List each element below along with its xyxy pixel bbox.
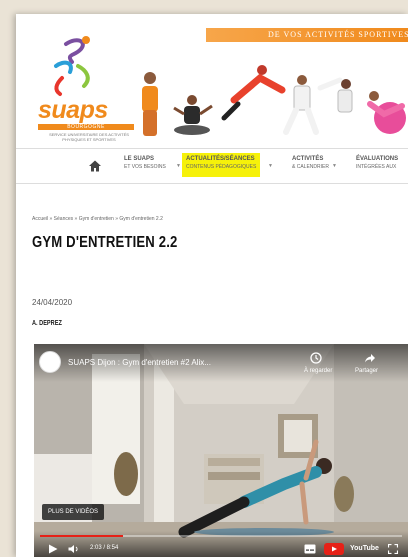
nav-item-label: ACTUALITÉS/SÉANCES (186, 156, 255, 162)
main-nav: LE SUAPS ET VOS BESOINS ▼ ACTUALITÉS/SÉA… (16, 148, 408, 184)
breadcrumb[interactable]: Accueil » Séances » Gym d'entretien » Gy… (32, 216, 163, 222)
progress-fill (40, 535, 124, 537)
share-label[interactable]: Partager (355, 368, 378, 374)
fullscreen-icon[interactable] (388, 544, 398, 554)
youtube-label[interactable]: YouTube (350, 545, 379, 552)
header-banner-text: DE VOS ACTIVITÉS SPORTIVES (268, 30, 408, 39)
page-title: GYM D'ENTRETIEN 2.2 (32, 234, 178, 251)
post-date: 24/04/2020 (32, 298, 73, 307)
nav-item-label: LE SUAPS (124, 156, 155, 162)
nav-item-label: ÉVALUATIONS (356, 156, 399, 162)
nav-item-sublabel: & CALENDRIER (292, 164, 329, 170)
nav-item-label: ACTIVITÉS (292, 156, 324, 162)
video-title[interactable]: SUAPS Dijon : Gym d'entretien #2 Alix... (68, 358, 211, 367)
youtube-icon[interactable] (324, 543, 344, 555)
post-author: A. DEPREZ (32, 320, 62, 327)
watch-later-label[interactable]: À regarder (304, 368, 332, 374)
home-icon[interactable] (88, 159, 102, 173)
video-time: 2:03 / 8:54 (90, 545, 119, 551)
volume-icon[interactable] (68, 544, 80, 554)
video-player[interactable]: SUAPS Dijon : Gym d'entretien #2 Alix...… (34, 344, 408, 557)
share-icon[interactable] (364, 352, 376, 364)
channel-avatar[interactable] (39, 351, 61, 373)
nav-item-evaluations[interactable]: ÉVALUATIONS INTÉGRÉES AUX (356, 155, 398, 179)
logo-tagline: SERVICE UNIVERSITAIRE DES ACTIVITÉS PHYS… (49, 132, 129, 142)
nav-item-activites[interactable]: ACTIVITÉS & CALENDRIER (292, 155, 329, 179)
clock-icon[interactable] (310, 352, 322, 364)
nav-item-sublabel: INTÉGRÉES AUX (356, 164, 397, 170)
progress-bar[interactable] (40, 535, 402, 537)
play-icon[interactable] (48, 544, 58, 554)
subtitles-icon[interactable] (304, 544, 316, 554)
nav-item-le-suaps[interactable]: LE SUAPS ET VOS BESOINS (124, 155, 166, 179)
more-videos-button[interactable]: PLUS DE VIDÉOS (42, 504, 105, 520)
nav-item-actualites[interactable]: ACTUALITÉS/SÉANCES CONTENUS PÉDAGOGIQUES (182, 153, 261, 177)
nav-item-sublabel: CONTENUS PÉDAGOGIQUES (186, 164, 257, 170)
logo-wordmark: suaps (38, 96, 108, 124)
page: DE VOS ACTIVITÉS SPORTIVES suaps BOURGOG… (16, 14, 408, 557)
nav-item-sublabel: ET VOS BESOINS (124, 164, 166, 170)
chevron-down-icon: ▼ (176, 163, 181, 169)
header-banner: DE VOS ACTIVITÉS SPORTIVES (206, 28, 408, 42)
athletes-illustration (142, 65, 406, 136)
logo-subtitle: BOURGOGNE (38, 124, 134, 130)
suaps-logo[interactable]: suaps BOURGOGNE SERVICE UNIVERSITAIRE DE… (26, 32, 134, 142)
chevron-down-icon: ▼ (332, 163, 337, 169)
chevron-down-icon: ▼ (268, 163, 273, 169)
runner-logo-icon (54, 36, 90, 96)
